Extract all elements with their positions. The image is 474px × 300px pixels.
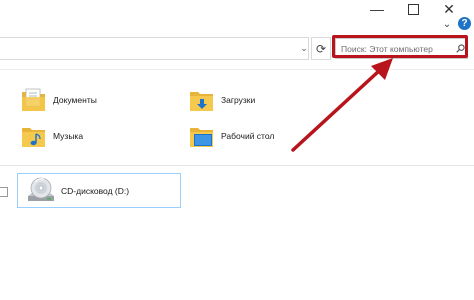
address-bar[interactable]: [0, 37, 309, 60]
folder-documents[interactable]: Документы: [20, 86, 97, 114]
folder-desktop[interactable]: Рабочий стол: [188, 122, 274, 150]
folder-label: Загрузки: [221, 95, 256, 105]
close-button[interactable]: ✕: [432, 0, 466, 18]
divider: [0, 165, 474, 166]
desktop-folder-icon: [188, 122, 216, 150]
arrow-shaft: [291, 68, 382, 152]
documents-folder-icon: [20, 86, 48, 114]
search-highlight-box: [332, 35, 468, 58]
drive-label: CD-дисковод (D:): [61, 185, 130, 196]
divider: [0, 69, 474, 70]
address-history-button[interactable]: ⌄: [297, 39, 311, 57]
drive-checkbox[interactable]: [0, 187, 8, 197]
cd-drive-icon: [25, 176, 57, 206]
refresh-button[interactable]: ⟳: [311, 37, 331, 60]
refresh-icon: ⟳: [315, 41, 327, 56]
minimize-button[interactable]: —: [360, 0, 394, 18]
ribbon-expand-button[interactable]: ⌄: [440, 17, 454, 31]
folder-music[interactable]: Музыка: [20, 122, 83, 150]
maximize-button[interactable]: [396, 0, 430, 18]
music-folder-icon: [20, 122, 48, 150]
folder-label: Музыка: [53, 131, 84, 141]
folder-downloads[interactable]: Загрузки: [188, 86, 255, 114]
folder-label: Рабочий стол: [221, 131, 275, 141]
chevron-down-icon: ⌄: [300, 42, 308, 53]
folder-label: Документы: [53, 95, 97, 105]
help-icon[interactable]: ?: [458, 17, 471, 30]
drive-cd[interactable]: CD-дисковод (D:): [17, 173, 181, 208]
chevron-down-icon: ⌄: [442, 18, 452, 30]
maximize-icon: [407, 3, 419, 15]
downloads-folder-icon: [188, 86, 216, 114]
